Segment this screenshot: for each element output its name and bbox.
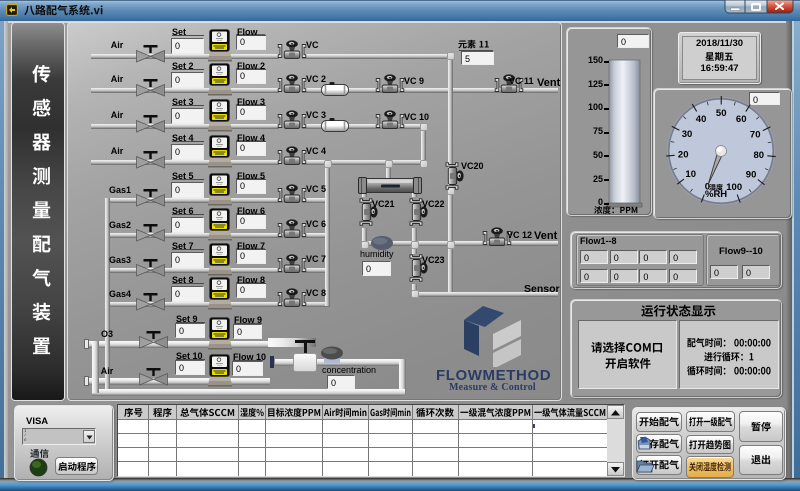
svg-text:20: 20 <box>677 149 688 160</box>
svg-text:60: 60 <box>735 114 746 125</box>
svg-text:50: 50 <box>715 108 726 119</box>
svg-text:40: 40 <box>695 113 706 124</box>
svg-text:90: 90 <box>745 169 756 180</box>
svg-text:80: 80 <box>753 150 764 161</box>
svg-text:30: 30 <box>681 129 692 140</box>
svg-text:100: 100 <box>726 181 742 192</box>
svg-text:10: 10 <box>685 169 696 180</box>
svg-text:70: 70 <box>749 129 760 140</box>
